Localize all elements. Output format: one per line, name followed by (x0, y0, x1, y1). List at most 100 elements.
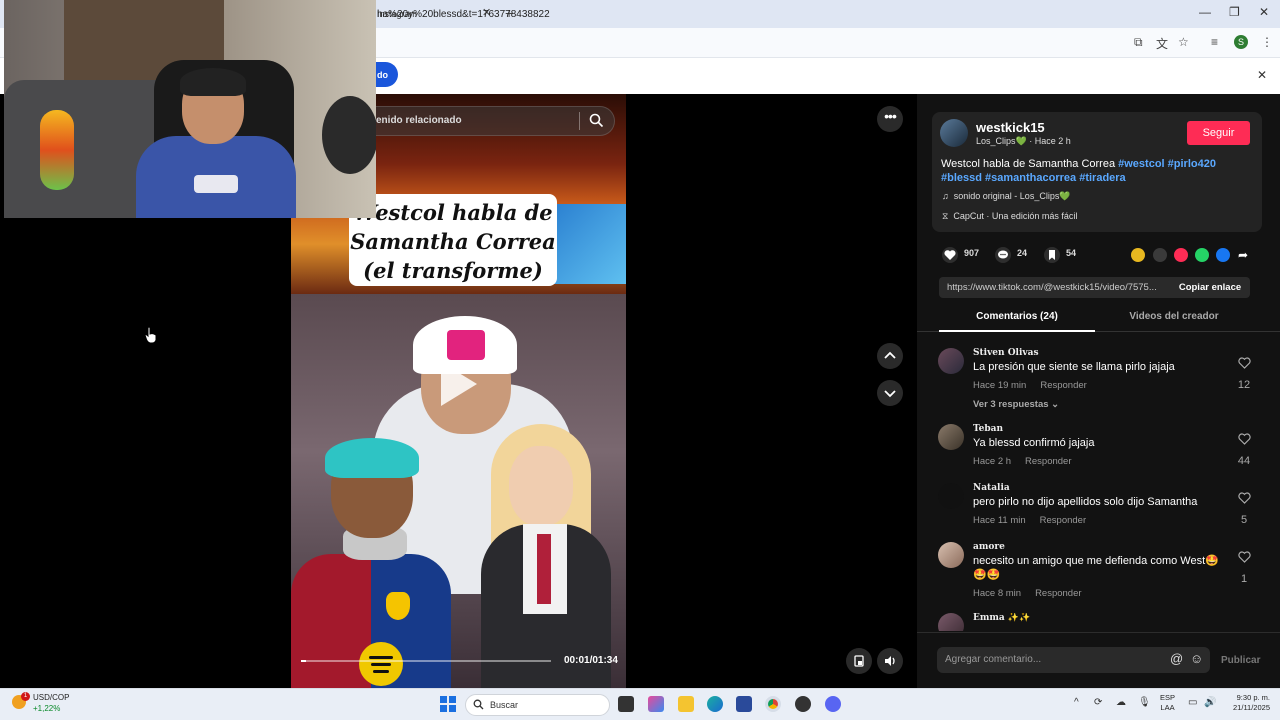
minimize-icon[interactable]: — (1199, 5, 1211, 19)
comment-like-icon[interactable] (1234, 356, 1254, 374)
windows-start-icon[interactable] (440, 696, 456, 712)
hashtag[interactable]: #westcol (1118, 158, 1164, 170)
translate-icon[interactable]: 文 (1156, 35, 1168, 52)
likes-count: 907 (964, 248, 980, 258)
comment-time: Hace 8 min (973, 588, 1022, 599)
post-description: Westcol habla de Samantha Correa #westco… (941, 157, 1241, 185)
capcut-row[interactable]: ⧖ CapCut · Una edición más fácil (942, 211, 1077, 222)
commenter-name[interactable]: amore (973, 542, 1005, 552)
chevron-up-icon (884, 351, 896, 359)
commenter-avatar[interactable] (938, 483, 964, 509)
share-arrow-icon[interactable]: ➦ (1238, 248, 1248, 262)
volume-button[interactable] (877, 648, 903, 674)
media-controls-icon[interactable]: ≡ (1211, 35, 1218, 49)
author-avatar[interactable] (940, 119, 968, 147)
tab-comments[interactable]: Comentarios (24) (939, 311, 1095, 322)
tab-creator-videos[interactable]: Videos del creador (1096, 311, 1252, 322)
commenter-avatar[interactable] (938, 348, 964, 374)
comment-text: pero pirlo no dijo apellidos solo dijo S… (973, 496, 1198, 508)
view-replies-button[interactable]: Ver 3 respuestas ⌄ (973, 399, 1059, 410)
clock-time: 9:30 p. m. (1236, 693, 1270, 702)
commenter-name[interactable]: Emma ✨✨ (973, 613, 1030, 623)
window-close-icon[interactable]: ✕ (1259, 5, 1269, 19)
follow-button[interactable]: Seguir (1187, 121, 1250, 145)
taskbar-clock[interactable]: 9:30 p. m. 21/11/2025 (1228, 693, 1270, 713)
send-share-icon[interactable] (1174, 248, 1188, 262)
bookmark-icon[interactable] (1044, 247, 1060, 263)
heart-icon[interactable] (942, 247, 958, 263)
taskbar (0, 688, 1280, 720)
author-name[interactable]: westkick15 (976, 120, 1045, 135)
play-icon[interactable] (441, 362, 477, 406)
reply-button[interactable]: Responder (1025, 456, 1071, 467)
reply-button[interactable]: Responder (1040, 515, 1086, 526)
menu-kebab-icon[interactable]: ⋮ (1261, 35, 1273, 49)
video-progress-bar[interactable] (301, 660, 551, 662)
commenter-name[interactable]: Natalia (973, 483, 1010, 493)
whatsapp-icon[interactable] (1195, 248, 1209, 262)
hashtag[interactable]: #blessd (941, 172, 982, 184)
comment-time: Hace 11 min (973, 515, 1026, 526)
embed-icon[interactable] (1153, 248, 1167, 262)
commenter-name[interactable]: Stiven Olivas (973, 348, 1039, 358)
comment-time: Hace 2 h (973, 456, 1012, 467)
copilot-icon[interactable] (648, 696, 664, 712)
search-icon[interactable] (589, 113, 604, 128)
commenter-name[interactable]: Teban (973, 424, 1003, 434)
pip-button[interactable] (846, 648, 872, 674)
bookmark-star-icon[interactable]: ☆ (1178, 35, 1189, 49)
facebook-icon[interactable] (1216, 248, 1230, 262)
related-search-text[interactable]: enido relacionado (376, 115, 462, 126)
clock-date: 21/11/2025 (1233, 703, 1270, 712)
publish-button[interactable]: Publicar (1221, 655, 1260, 666)
display-icon[interactable]: ▭ (1188, 697, 1197, 708)
cast-icon[interactable]: ⧉ (1134, 35, 1143, 50)
app-icon[interactable] (795, 696, 811, 712)
post-link-field[interactable]: https://www.tiktok.com/@westkick15/video… (939, 277, 1170, 298)
hashtag[interactable]: #pirlo420 (1168, 158, 1216, 170)
discord-icon[interactable] (825, 696, 841, 712)
speaker-icon[interactable]: 🔊 (1204, 697, 1216, 708)
more-options-button[interactable]: ••• (877, 106, 903, 132)
comment-icon[interactable] (995, 247, 1011, 263)
microphone-icon[interactable]: 🎙 (1138, 697, 1151, 708)
comment-text: necesito un amigo que me defienda como W… (973, 555, 1219, 581)
sound-row[interactable]: ♫ sonido original - Los_Clips💚 (942, 191, 1071, 202)
reply-button[interactable]: Responder (1035, 588, 1081, 599)
stock-widget[interactable]: USD/COP +1,22% (33, 692, 69, 714)
edge-icon[interactable] (707, 696, 723, 712)
commenter-avatar[interactable] (938, 424, 964, 450)
mention-icon[interactable]: @ (1170, 651, 1183, 666)
comment-like-icon[interactable] (1234, 491, 1254, 509)
emoji-icon[interactable]: ☺ (1190, 651, 1203, 666)
previous-video-button[interactable] (877, 343, 903, 369)
commenter-avatar[interactable] (938, 613, 964, 631)
tray-sync-icon[interactable]: ⟳ (1094, 697, 1102, 708)
comment-like-icon[interactable] (1234, 432, 1254, 450)
barca-crest (386, 592, 410, 620)
reply-button[interactable]: Responder (1040, 380, 1086, 391)
chrome-icon[interactable] (765, 696, 781, 712)
infobar-close-icon[interactable]: ✕ (1257, 68, 1267, 82)
comment-like-icon[interactable] (1234, 550, 1254, 568)
gift-share-icon[interactable] (1131, 248, 1145, 262)
hashtag[interactable]: #tiradera (1079, 172, 1125, 184)
pip-icon (854, 655, 864, 667)
hashtag[interactable]: #samanthacorrea (985, 172, 1076, 184)
caption-line-3: (el transforme) (363, 258, 543, 283)
video-time: 00:01/01:34 (564, 655, 618, 666)
profile-avatar[interactable]: S (1234, 35, 1248, 49)
next-video-button[interactable] (877, 380, 903, 406)
language-indicator[interactable]: ESP LAA (1160, 693, 1175, 713)
comment-like-count: 5 (1240, 514, 1248, 526)
restore-icon[interactable]: ❐ (1229, 5, 1240, 19)
onedrive-icon[interactable]: ☁ (1116, 697, 1126, 708)
copy-link-button[interactable]: Copiar enlace (1170, 277, 1250, 298)
url-text[interactable]: ha%20y%20blessd&t=1763778438822 (377, 9, 550, 20)
task-view-icon[interactable] (618, 696, 634, 712)
tray-chevron-up-icon[interactable]: ^ (1074, 697, 1079, 708)
file-explorer-icon[interactable] (678, 696, 694, 712)
store-icon[interactable] (736, 696, 752, 712)
commenter-avatar[interactable] (938, 542, 964, 568)
taskbar-search[interactable]: Buscar (465, 694, 610, 716)
